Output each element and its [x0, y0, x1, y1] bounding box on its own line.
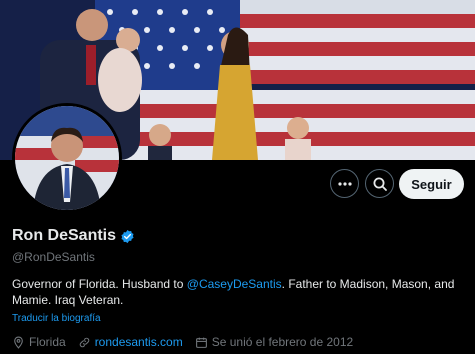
bio-mention-link[interactable]: @CaseyDeSantis — [187, 277, 282, 291]
display-name-row: Ron DeSantis — [12, 227, 135, 245]
verified-badge-icon[interactable] — [120, 229, 135, 244]
more-options-button[interactable] — [330, 169, 359, 198]
website-link[interactable]: rondesantis.com — [95, 335, 183, 349]
location-pin-icon — [14, 336, 23, 349]
website-item[interactable]: rondesantis.com — [78, 335, 183, 349]
avatar-photo — [15, 106, 119, 210]
follow-button[interactable]: Seguir — [399, 169, 464, 199]
more-options-icon — [337, 181, 352, 186]
display-name: Ron DeSantis — [12, 227, 117, 244]
joined-item: Se unió el febrero de 2012 — [195, 335, 353, 349]
location-text: Florida — [29, 335, 66, 349]
search-profile-button[interactable] — [365, 169, 394, 198]
calendar-icon — [195, 337, 207, 348]
search-icon — [373, 177, 387, 191]
translate-bio-link[interactable]: Traducir la biografía — [12, 313, 101, 324]
user-handle: @RonDeSantis — [12, 250, 95, 264]
bio-text-start: Governor of Florida. Husband to — [12, 277, 187, 291]
profile-meta-row: Florida rondesantis.com Se unió el febre… — [12, 335, 365, 349]
profile-bio: Governor of Florida. Husband to @CaseyDe… — [12, 276, 467, 308]
location-item: Florida — [12, 335, 66, 349]
joined-date: Se unió el febrero de 2012 — [211, 335, 354, 349]
link-icon — [79, 337, 89, 347]
profile-avatar[interactable] — [12, 103, 122, 213]
